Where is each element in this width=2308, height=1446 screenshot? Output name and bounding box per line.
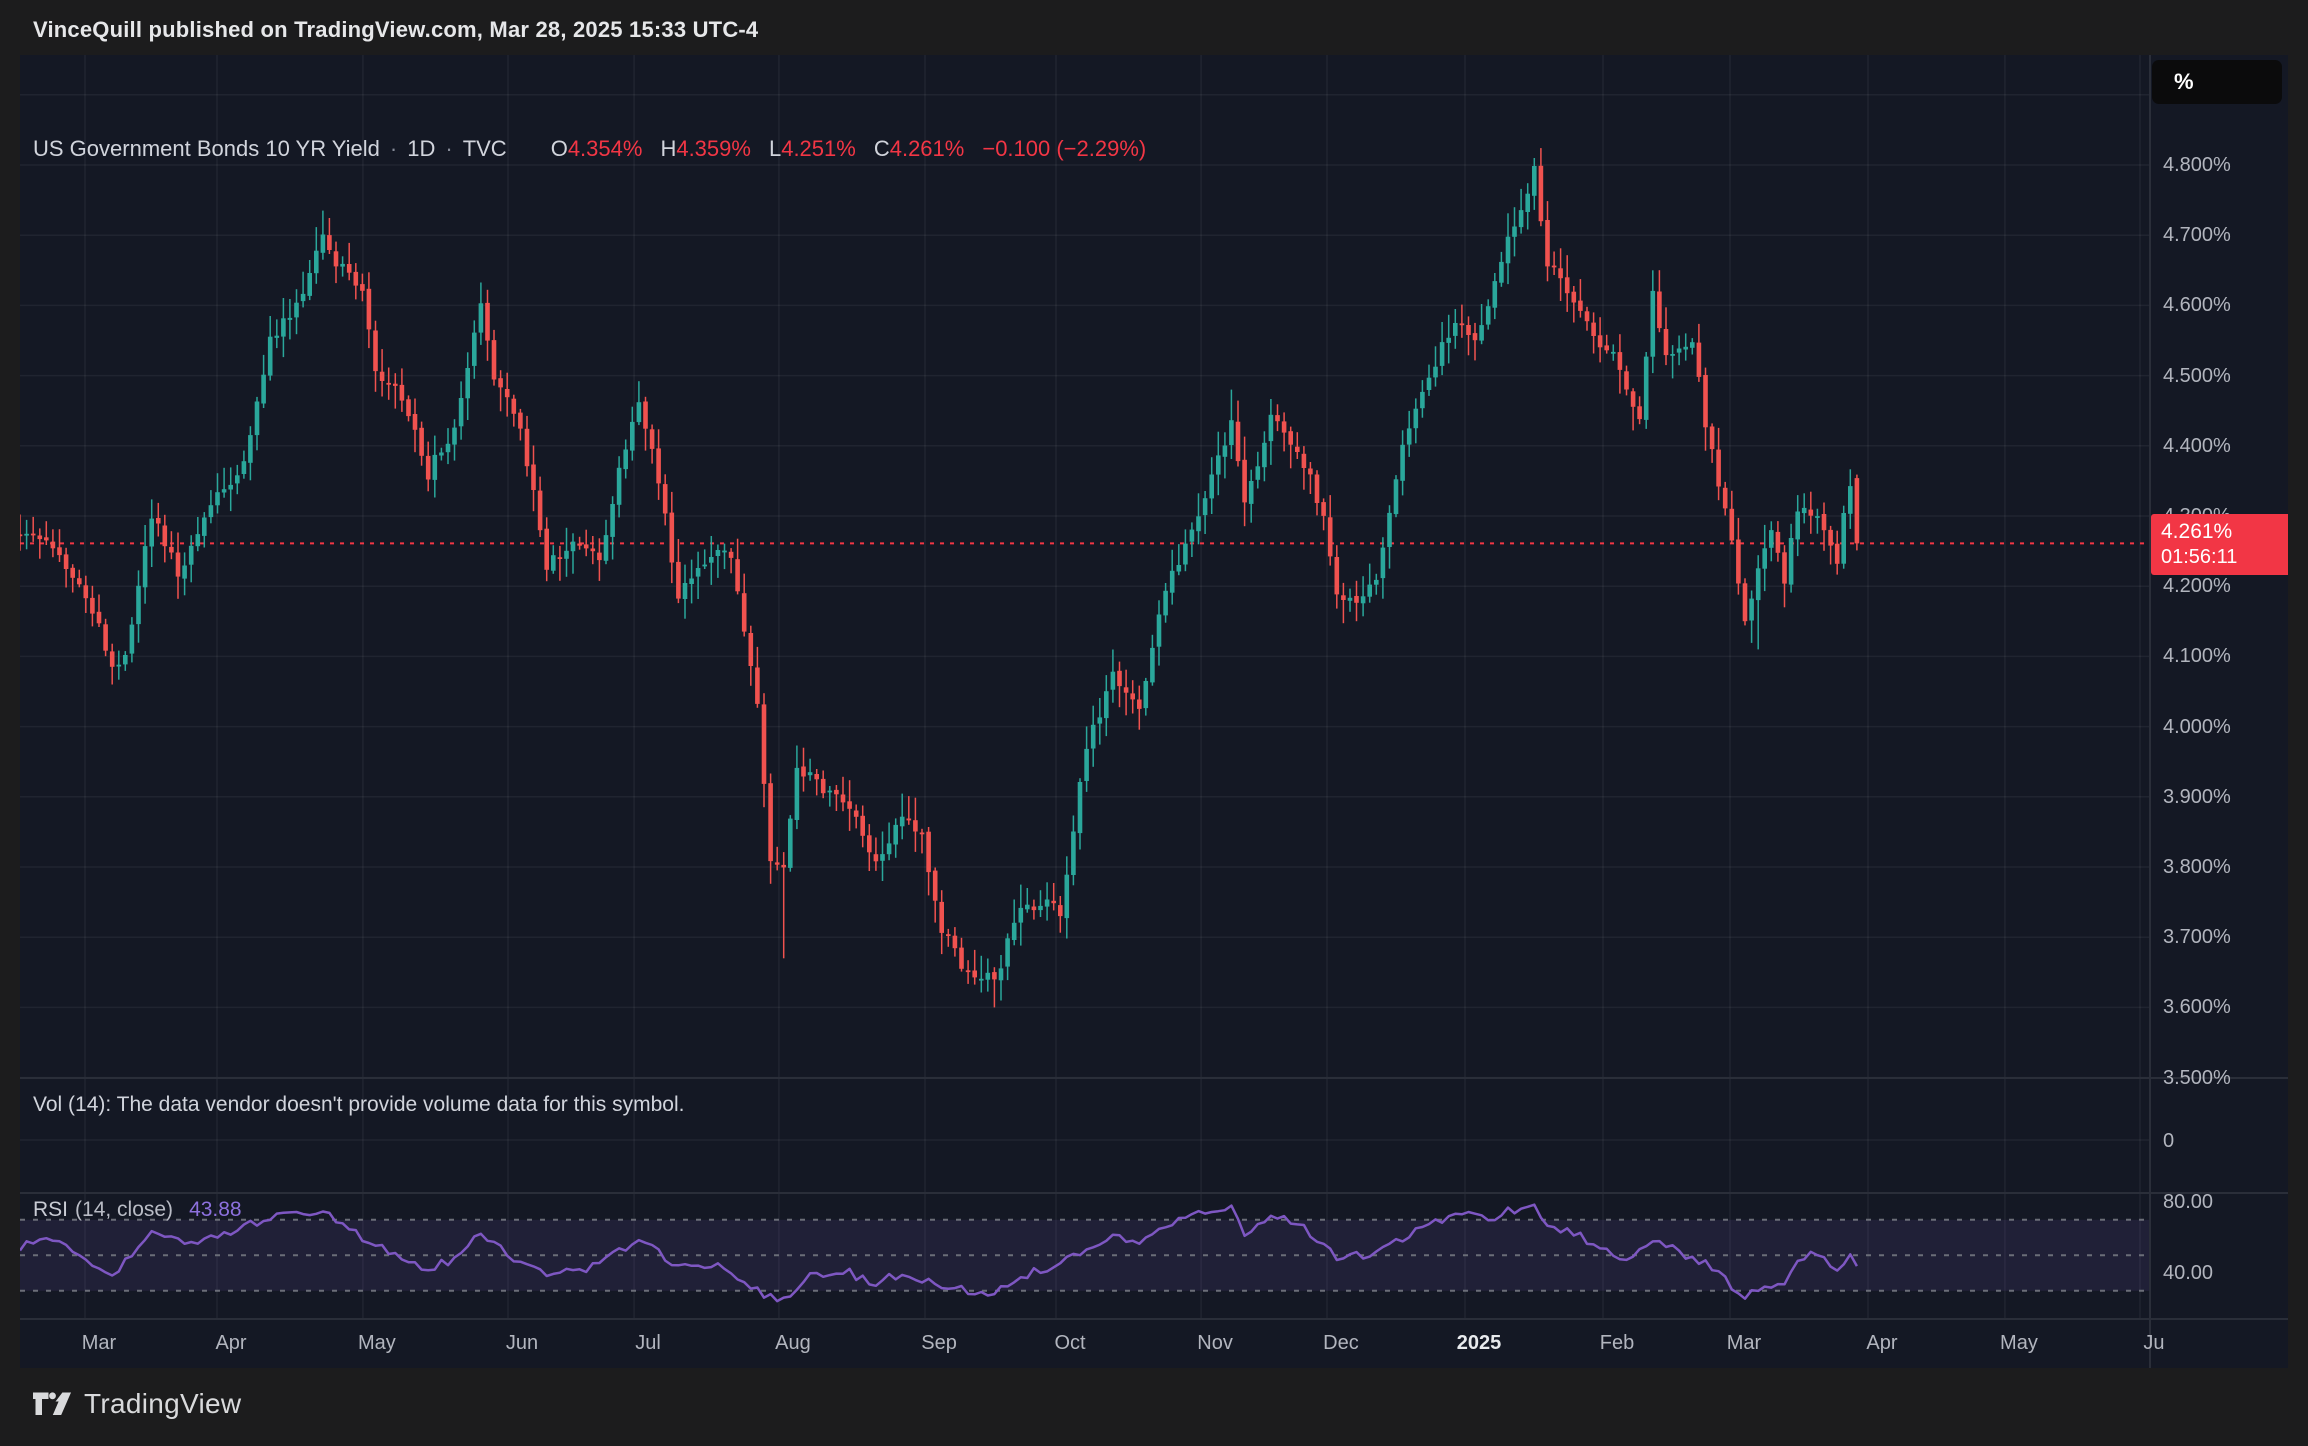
- rsi-name[interactable]: RSI: [33, 1198, 68, 1221]
- time-axis-tick: Ju: [2143, 1331, 2164, 1355]
- chart-legend[interactable]: US Government Bonds 10 YR Yield·1D·TVCO4…: [33, 136, 1146, 162]
- high-value: 4.359%: [676, 136, 751, 161]
- time-axis-tick: Aug: [775, 1331, 811, 1355]
- time-axis-tick: Oct: [1054, 1331, 1085, 1355]
- time-axis-tick: Mar: [1727, 1331, 1761, 1355]
- exchange-name: TVC: [463, 136, 507, 161]
- time-axis-tick: Mar: [82, 1331, 116, 1355]
- open-value: 4.354%: [568, 136, 643, 161]
- interval-value[interactable]: 1D: [407, 136, 435, 161]
- last-price-value: 4.261%: [2161, 519, 2288, 545]
- legend-separator: ·: [445, 136, 452, 161]
- rsi-params: (14, close): [75, 1198, 173, 1221]
- rsi-value: 43.88: [189, 1198, 242, 1221]
- price-axis-tick: 4.500%: [2163, 364, 2231, 388]
- rsi-axis-40-label: 40.00: [2163, 1261, 2213, 1285]
- price-axis-tick: 3.500%: [2163, 1066, 2231, 1090]
- volume-indicator-status[interactable]: Vol (14): The data vendor doesn't provid…: [33, 1093, 684, 1117]
- tradingview-logo-icon: [33, 1389, 71, 1419]
- open-label: O: [551, 136, 568, 161]
- time-axis-tick: Apr: [215, 1331, 246, 1355]
- time-axis-tick: Nov: [1197, 1331, 1233, 1355]
- low-label: L: [769, 136, 781, 161]
- price-axis-tick: 4.000%: [2163, 715, 2231, 739]
- time-axis-tick: Sep: [921, 1331, 957, 1355]
- rsi-axis-80-label: 80.00: [2163, 1190, 2213, 1214]
- price-axis-tick: 3.900%: [2163, 785, 2231, 809]
- legend-separator: ·: [390, 136, 397, 161]
- change-value: −0.100 (−2.29%): [982, 136, 1146, 161]
- price-axis-tick: 3.800%: [2163, 855, 2231, 879]
- price-axis-tick: 4.200%: [2163, 574, 2231, 598]
- time-axis-tick: 2025: [1457, 1331, 1502, 1355]
- time-axis-tick: Jun: [506, 1331, 538, 1355]
- chart-plot-area[interactable]: [20, 55, 2288, 1368]
- price-axis-tick: 4.800%: [2163, 153, 2231, 177]
- symbol-title[interactable]: US Government Bonds 10 YR Yield: [33, 136, 380, 161]
- tradingview-logo-text: TradingView: [84, 1388, 241, 1420]
- price-axis-tick: 3.700%: [2163, 925, 2231, 949]
- price-axis-tick: 3.600%: [2163, 995, 2231, 1019]
- volume-axis-zero-label: 0: [2163, 1129, 2174, 1153]
- high-label: H: [660, 136, 676, 161]
- chart-widget: US Government Bonds 10 YR Yield·1D·TVCO4…: [20, 55, 2288, 1368]
- time-axis-tick: Dec: [1323, 1331, 1359, 1355]
- time-axis-tick: May: [358, 1331, 396, 1355]
- time-axis-tick: Feb: [1600, 1331, 1634, 1355]
- price-scale-unit-button[interactable]: %: [2152, 60, 2282, 104]
- tradingview-branding[interactable]: TradingView: [33, 1388, 241, 1420]
- close-label: C: [874, 136, 890, 161]
- close-value: 4.261%: [890, 136, 965, 161]
- bar-close-countdown: 01:56:11: [2161, 545, 2288, 569]
- price-axis-tick: 4.400%: [2163, 434, 2231, 458]
- low-value: 4.251%: [781, 136, 856, 161]
- page: VinceQuill published on TradingView.com,…: [0, 0, 2308, 1446]
- ohlc-readout: O4.354% H4.359% L4.251% C4.261% −0.100 (−2.2…: [533, 136, 1147, 161]
- price-axis-tick: 4.100%: [2163, 644, 2231, 668]
- last-price-label: 4.261% 01:56:11: [2151, 514, 2288, 575]
- rsi-legend[interactable]: RSI (14, close) 43.88: [33, 1198, 242, 1222]
- time-axis-tick: Jul: [635, 1331, 661, 1355]
- publish-info-bar: VinceQuill published on TradingView.com,…: [33, 17, 758, 43]
- time-axis-tick: May: [2000, 1331, 2038, 1355]
- time-axis-tick: Apr: [1866, 1331, 1897, 1355]
- price-axis-tick: 4.600%: [2163, 293, 2231, 317]
- price-axis-tick: 4.700%: [2163, 223, 2231, 247]
